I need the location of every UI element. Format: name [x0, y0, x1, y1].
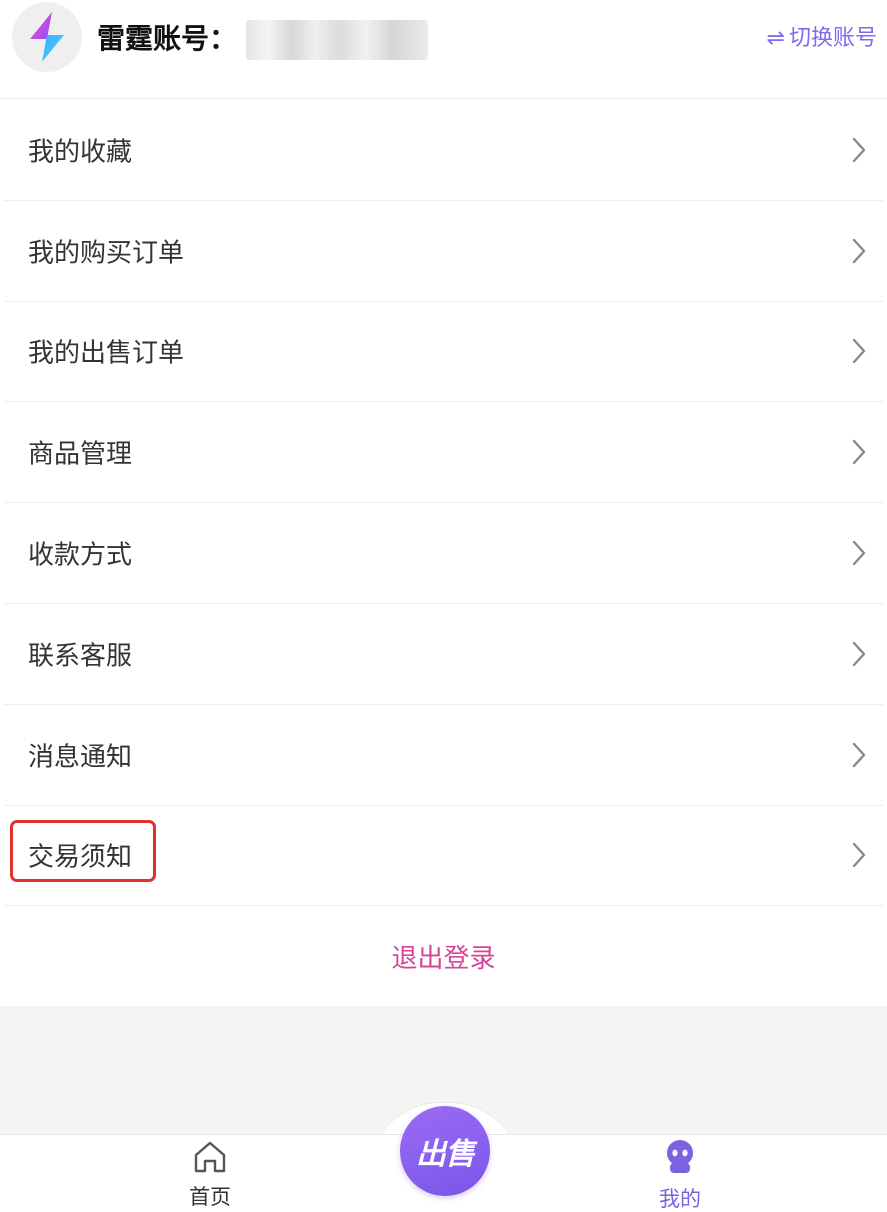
avatar[interactable] [12, 2, 82, 72]
account-label: 雷霆账号： [97, 22, 238, 55]
menu-item-purchase-orders[interactable]: 我的购买订单 [4, 201, 883, 302]
switch-account-link[interactable]: ⇌ 切换账号 [767, 24, 877, 54]
menu-item-customer-service[interactable]: 联系客服 [4, 604, 883, 705]
chevron-right-icon [852, 742, 866, 767]
tab-mine[interactable]: 我的 [630, 1139, 730, 1211]
tab-home-label: 首页 [189, 1185, 231, 1209]
chevron-right-icon [852, 440, 866, 465]
menu-item-notifications[interactable]: 消息通知 [4, 705, 883, 806]
logout-button[interactable]: 退出登录 [0, 908, 887, 1004]
menu-item-sell-orders[interactable]: 我的出售订单 [4, 302, 883, 403]
menu-item-label: 消息通知 [28, 742, 133, 773]
lightning-logo-icon [30, 12, 64, 62]
chevron-right-icon [852, 540, 866, 566]
sell-button[interactable]: 出售 [400, 1106, 490, 1196]
switch-account-label: 切换账号 [788, 26, 877, 51]
home-outline-icon [194, 1141, 226, 1173]
chevron-right-icon [852, 641, 866, 667]
menu-item-label: 收款方式 [28, 540, 133, 571]
swap-arrows-icon: ⇌ [766, 26, 785, 51]
menu-list: 我的收藏 我的购买订单 我的出售订单 商品管理 收款方式 联系客服 消息通知 交… [0, 100, 887, 907]
menu-item-label: 我的收藏 [28, 137, 133, 168]
chevron-right-icon [852, 339, 866, 364]
menu-item-label: 联系客服 [28, 641, 133, 672]
menu-item-label: 交易须知 [28, 842, 133, 873]
menu-item-product-management[interactable]: 商品管理 [4, 402, 883, 504]
chevron-right-icon [852, 843, 866, 868]
menu-item-payment-methods[interactable]: 收款方式 [4, 503, 883, 604]
menu-item-label: 我的购买订单 [28, 238, 185, 269]
chevron-right-icon [852, 137, 866, 163]
chevron-right-icon [852, 238, 866, 263]
menu-item-favorites[interactable]: 我的收藏 [4, 100, 883, 201]
user-ghost-icon [667, 1140, 693, 1173]
tab-mine-label: 我的 [659, 1187, 701, 1211]
menu-item-label: 商品管理 [28, 439, 133, 470]
tab-home[interactable]: 首页 [160, 1139, 260, 1209]
account-id-blurred [246, 20, 428, 60]
account-header: 雷霆账号： ⇌ 切换账号 [0, 0, 887, 99]
menu-item-label: 我的出售订单 [28, 338, 185, 369]
menu-item-trade-notice[interactable]: 交易须知 [4, 806, 883, 907]
